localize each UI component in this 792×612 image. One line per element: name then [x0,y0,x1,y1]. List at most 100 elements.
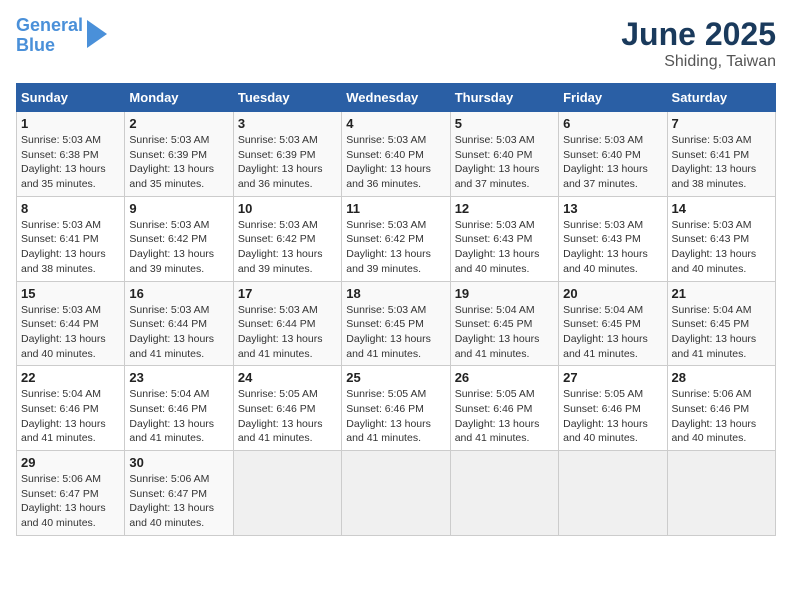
day-number: 7 [672,116,771,131]
day-info: Sunrise: 5:03 AM Sunset: 6:40 PM Dayligh… [563,133,662,192]
col-friday: Friday [559,84,667,112]
day-number: 19 [455,286,554,301]
table-row: 2 Sunrise: 5:03 AM Sunset: 6:39 PM Dayli… [125,112,233,197]
table-row: 18 Sunrise: 5:03 AM Sunset: 6:45 PM Dayl… [342,281,450,366]
day-info: Sunrise: 5:03 AM Sunset: 6:44 PM Dayligh… [129,303,228,362]
logo-line2: Blue [16,35,55,55]
day-number: 23 [129,370,228,385]
day-number: 26 [455,370,554,385]
table-row: 11 Sunrise: 5:03 AM Sunset: 6:42 PM Dayl… [342,196,450,281]
day-number: 30 [129,455,228,470]
day-number: 1 [21,116,120,131]
day-info: Sunrise: 5:05 AM Sunset: 6:46 PM Dayligh… [346,387,445,446]
table-row: 10 Sunrise: 5:03 AM Sunset: 6:42 PM Dayl… [233,196,341,281]
day-number: 21 [672,286,771,301]
calendar-header: Sunday Monday Tuesday Wednesday Thursday… [17,84,776,112]
calendar-row-3: 15 Sunrise: 5:03 AM Sunset: 6:44 PM Dayl… [17,281,776,366]
day-info: Sunrise: 5:03 AM Sunset: 6:39 PM Dayligh… [129,133,228,192]
col-tuesday: Tuesday [233,84,341,112]
table-row: 3 Sunrise: 5:03 AM Sunset: 6:39 PM Dayli… [233,112,341,197]
day-info: Sunrise: 5:03 AM Sunset: 6:44 PM Dayligh… [21,303,120,362]
calendar-row-1: 1 Sunrise: 5:03 AM Sunset: 6:38 PM Dayli… [17,112,776,197]
day-number: 3 [238,116,337,131]
day-number: 6 [563,116,662,131]
day-info: Sunrise: 5:06 AM Sunset: 6:47 PM Dayligh… [21,472,120,531]
col-saturday: Saturday [667,84,775,112]
day-info: Sunrise: 5:03 AM Sunset: 6:42 PM Dayligh… [238,218,337,277]
day-info: Sunrise: 5:06 AM Sunset: 6:46 PM Dayligh… [672,387,771,446]
table-row: 4 Sunrise: 5:03 AM Sunset: 6:40 PM Dayli… [342,112,450,197]
day-info: Sunrise: 5:03 AM Sunset: 6:41 PM Dayligh… [21,218,120,277]
table-row: 27 Sunrise: 5:05 AM Sunset: 6:46 PM Dayl… [559,366,667,451]
logo-text: General Blue [16,16,83,56]
table-row [559,451,667,536]
table-row: 7 Sunrise: 5:03 AM Sunset: 6:41 PM Dayli… [667,112,775,197]
day-info: Sunrise: 5:04 AM Sunset: 6:45 PM Dayligh… [455,303,554,362]
table-row: 23 Sunrise: 5:04 AM Sunset: 6:46 PM Dayl… [125,366,233,451]
day-info: Sunrise: 5:05 AM Sunset: 6:46 PM Dayligh… [563,387,662,446]
day-number: 12 [455,201,554,216]
col-sunday: Sunday [17,84,125,112]
day-number: 15 [21,286,120,301]
table-row [667,451,775,536]
table-row: 30 Sunrise: 5:06 AM Sunset: 6:47 PM Dayl… [125,451,233,536]
table-row: 17 Sunrise: 5:03 AM Sunset: 6:44 PM Dayl… [233,281,341,366]
day-info: Sunrise: 5:03 AM Sunset: 6:38 PM Dayligh… [21,133,120,192]
table-row: 8 Sunrise: 5:03 AM Sunset: 6:41 PM Dayli… [17,196,125,281]
table-row [233,451,341,536]
day-info: Sunrise: 5:04 AM Sunset: 6:45 PM Dayligh… [563,303,662,362]
day-number: 5 [455,116,554,131]
table-row: 9 Sunrise: 5:03 AM Sunset: 6:42 PM Dayli… [125,196,233,281]
day-number: 24 [238,370,337,385]
day-number: 18 [346,286,445,301]
day-number: 2 [129,116,228,131]
table-row: 29 Sunrise: 5:06 AM Sunset: 6:47 PM Dayl… [17,451,125,536]
logo-line1: General [16,15,83,35]
table-row: 5 Sunrise: 5:03 AM Sunset: 6:40 PM Dayli… [450,112,558,197]
table-row: 16 Sunrise: 5:03 AM Sunset: 6:44 PM Dayl… [125,281,233,366]
table-row: 12 Sunrise: 5:03 AM Sunset: 6:43 PM Dayl… [450,196,558,281]
calendar-subtitle: Shiding, Taiwan [621,53,776,71]
title-block: June 2025 Shiding, Taiwan [621,16,776,71]
day-info: Sunrise: 5:03 AM Sunset: 6:43 PM Dayligh… [672,218,771,277]
logo: General Blue [16,16,107,56]
day-info: Sunrise: 5:03 AM Sunset: 6:41 PM Dayligh… [672,133,771,192]
calendar-table: Sunday Monday Tuesday Wednesday Thursday… [16,83,776,536]
day-info: Sunrise: 5:05 AM Sunset: 6:46 PM Dayligh… [455,387,554,446]
day-info: Sunrise: 5:05 AM Sunset: 6:46 PM Dayligh… [238,387,337,446]
calendar-row-4: 22 Sunrise: 5:04 AM Sunset: 6:46 PM Dayl… [17,366,776,451]
calendar-body: 1 Sunrise: 5:03 AM Sunset: 6:38 PM Dayli… [17,112,776,536]
table-row: 26 Sunrise: 5:05 AM Sunset: 6:46 PM Dayl… [450,366,558,451]
day-info: Sunrise: 5:03 AM Sunset: 6:44 PM Dayligh… [238,303,337,362]
col-wednesday: Wednesday [342,84,450,112]
day-number: 28 [672,370,771,385]
day-info: Sunrise: 5:03 AM Sunset: 6:45 PM Dayligh… [346,303,445,362]
day-info: Sunrise: 5:03 AM Sunset: 6:42 PM Dayligh… [129,218,228,277]
table-row [450,451,558,536]
table-row: 13 Sunrise: 5:03 AM Sunset: 6:43 PM Dayl… [559,196,667,281]
table-row: 21 Sunrise: 5:04 AM Sunset: 6:45 PM Dayl… [667,281,775,366]
day-info: Sunrise: 5:06 AM Sunset: 6:47 PM Dayligh… [129,472,228,531]
table-row: 15 Sunrise: 5:03 AM Sunset: 6:44 PM Dayl… [17,281,125,366]
day-info: Sunrise: 5:03 AM Sunset: 6:40 PM Dayligh… [455,133,554,192]
day-info: Sunrise: 5:03 AM Sunset: 6:42 PM Dayligh… [346,218,445,277]
col-thursday: Thursday [450,84,558,112]
day-number: 4 [346,116,445,131]
day-number: 14 [672,201,771,216]
day-number: 27 [563,370,662,385]
day-info: Sunrise: 5:03 AM Sunset: 6:40 PM Dayligh… [346,133,445,192]
calendar-title: June 2025 [621,16,776,53]
day-number: 17 [238,286,337,301]
day-number: 11 [346,201,445,216]
day-number: 13 [563,201,662,216]
day-info: Sunrise: 5:03 AM Sunset: 6:43 PM Dayligh… [563,218,662,277]
page-header: General Blue June 2025 Shiding, Taiwan [16,16,776,71]
col-monday: Monday [125,84,233,112]
calendar-row-5: 29 Sunrise: 5:06 AM Sunset: 6:47 PM Dayl… [17,451,776,536]
table-row: 20 Sunrise: 5:04 AM Sunset: 6:45 PM Dayl… [559,281,667,366]
day-number: 20 [563,286,662,301]
table-row: 24 Sunrise: 5:05 AM Sunset: 6:46 PM Dayl… [233,366,341,451]
table-row: 6 Sunrise: 5:03 AM Sunset: 6:40 PM Dayli… [559,112,667,197]
day-number: 22 [21,370,120,385]
day-info: Sunrise: 5:04 AM Sunset: 6:46 PM Dayligh… [129,387,228,446]
